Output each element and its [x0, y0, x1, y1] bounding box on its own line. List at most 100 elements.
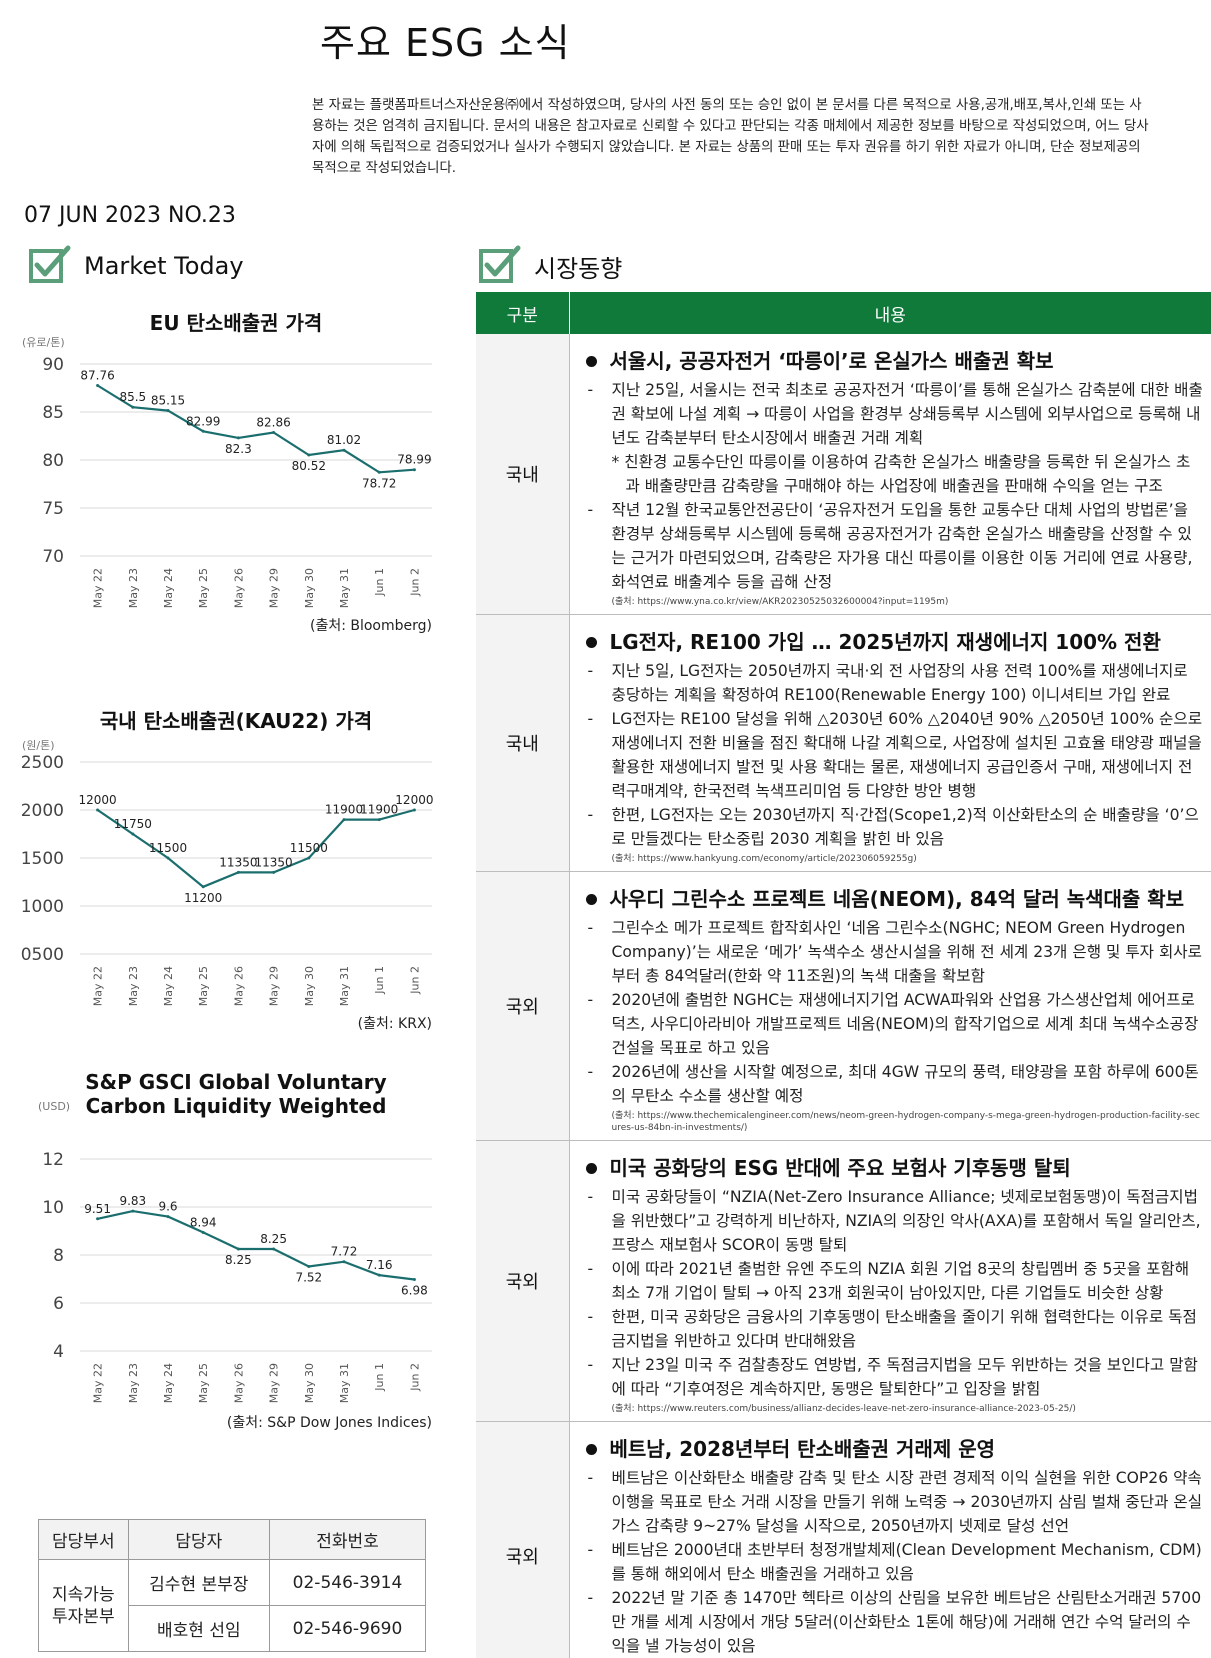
dash-icon: - [587, 662, 594, 680]
news-bullet: - 베트남은 이산화탄소 배출량 감축 및 탄소 시장 관련 경제적 이익 실현을… [584, 1466, 1204, 1538]
news-bullet: -2022년 말 기준 총 1470만 헥타르 이상의 산림을 보유한 베트남은… [584, 1586, 1204, 1658]
x-tick-label: May 24 [162, 1363, 175, 1403]
news-bullet-text: 지난 5일, LG전자는 2050년까지 국내·외 전 사업장의 사용 전력 1… [611, 662, 1188, 704]
dash-icon: - [587, 991, 594, 1009]
data-point [166, 409, 170, 413]
news-header-category: 구분 [476, 292, 570, 334]
news-bullet-text: 한편, 미국 공화당은 금융사의 기후동맹이 탄소배출을 줄이기 위해 협력한다… [611, 1308, 1197, 1350]
news-headline: 미국 공화당의 ESG 반대에 주요 보험사 기후동맹 탈퇴 [584, 1155, 1204, 1181]
data-point [272, 431, 276, 435]
market-trend-title: 시장동향 [534, 254, 623, 283]
data-label: 9.83 [119, 1194, 146, 1208]
news-row: 국외 베트남, 2028년부터 탄소배출권 거래제 운영 - 베트남은 이산화탄소 배… [476, 1421, 1211, 1658]
market-today-header: Market Today [28, 244, 244, 288]
data-label: 8.94 [190, 1215, 217, 1229]
x-tick-label: May 31 [338, 966, 351, 1006]
x-tick-label: May 25 [197, 568, 210, 608]
news-headline-text: 베트남, 2028년부터 탄소배출권 거래제 운영 [609, 1437, 996, 1461]
news-category: 국내 [476, 614, 570, 872]
news-note: * 친환경 교통수단인 따릉이를 이용하여 감축한 온실가스 배출량을 등록한 … [611, 453, 1191, 495]
chart-title-line-2: Carbon Liquidity Weighted [85, 1094, 387, 1118]
x-tick-label: Jun 1 [373, 1363, 386, 1392]
data-label: 82.99 [186, 414, 220, 428]
news-source: (출처: https://www.hankyung.com/economy/ar… [611, 854, 917, 864]
page-title: 주요 ESG 소식 [320, 21, 571, 65]
x-tick-label: May 23 [127, 966, 140, 1006]
x-tick-label: Jun 2 [408, 1363, 421, 1392]
x-tick-label: May 30 [303, 1363, 316, 1403]
checkbox-check-icon [29, 245, 71, 283]
news-category: 국외 [476, 1421, 570, 1658]
news-content: LG전자, RE100 가입 … 2025년까지 재생에너지 100% 전환 - 지… [569, 614, 1211, 872]
news-bullet: - 한편, LG전자는 오는 2030년까지 직·간접(Scope1,2)적 이산… [584, 803, 1204, 851]
kau22-price-chart: 국내 탄소배출권(KAU22) 가격 (원/톤) 125001200011500… [20, 708, 452, 1088]
data-point [272, 1247, 276, 1251]
y-tick-label: 6 [53, 1294, 64, 1314]
data-label: 85.5 [119, 390, 146, 404]
data-label: 81.02 [327, 433, 361, 447]
news-bullet-text: LG전자는 RE100 달성을 위해 △2030년 60% △2040년 90%… [611, 710, 1203, 800]
y-tick-label: 12000 [20, 801, 64, 821]
data-point [412, 1277, 416, 1281]
data-label: 11500 [290, 841, 328, 855]
data-label: 11750 [114, 817, 152, 831]
data-label: 85.15 [151, 394, 185, 408]
x-tick-label: May 31 [338, 1363, 351, 1403]
news-bullet: - 지난 25일, 서울시는 전국 최초로 공공자전거 ‘따릉이’를 통해 온실가… [584, 378, 1204, 450]
data-label: 11900 [360, 803, 398, 817]
x-tick-label: May 23 [127, 568, 140, 608]
data-label: 82.86 [256, 416, 290, 430]
news-content: 베트남, 2028년부터 탄소배출권 거래제 운영 - 베트남은 이산화탄소 배출량… [569, 1421, 1211, 1658]
news-bullet: - 한편, 미국 공화당은 금융사의 기후동맹이 탄소배출을 줄이기 위해 협력한… [584, 1305, 1204, 1353]
data-point [131, 1209, 135, 1213]
news-content: 사우디 그린수소 프로젝트 네옴(NEOM), 84억 달러 녹색대출 확보 - 그… [569, 871, 1211, 1141]
chart-source: (출처: Bloomberg) [309, 618, 432, 634]
x-tick-label: May 30 [303, 966, 316, 1006]
data-label: 7.52 [295, 1271, 322, 1285]
x-tick-label: May 25 [197, 1363, 210, 1403]
disclaimer-text: 본 자료는 플랫폼파트너스자산운용㈜에서 작성하였으며, 당사의 사전 동의 또… [312, 98, 1149, 176]
x-tick-label: May 31 [338, 568, 351, 608]
data-label: 6.98 [401, 1283, 428, 1297]
news-bullet-text: 지난 23일 미국 주 검찰총장도 연방법, 주 독점금지법을 모두 위반하는 … [611, 1356, 1198, 1398]
news-row: 국외 사우디 그린수소 프로젝트 네옴(NEOM), 84억 달러 녹색대출 확보… [476, 871, 1211, 1141]
y-tick-label: 12 [42, 1150, 64, 1170]
eu-carbon-price-chart: EU 탄소배출권 가격 (유로/톤) 90 85 80 75 70 May 22 May 2… [20, 310, 452, 670]
contact-header-phone: 전화번호 [268, 1519, 427, 1560]
news-bullet-text: 이에 따라 2021년 출범한 유엔 주도의 NZIA 회원 기업 8곳의 창립… [611, 1260, 1190, 1302]
news-bullet: - 미국 공화당들이 “NZIA(Net-Zero Insurance Allia… [584, 1185, 1204, 1257]
news-bullet-text: 베트남은 이산화탄소 배출량 감축 및 탄소 시장 관련 경제적 이익 실현을 … [611, 1469, 1203, 1535]
chart-title: EU 탄소배출권 가격 [149, 311, 323, 335]
data-label: 9.6 [158, 1200, 177, 1214]
news-category: 국외 [476, 871, 570, 1141]
y-tick-label: 80 [42, 451, 64, 471]
news-headline: 사우디 그린수소 프로젝트 네옴(NEOM), 84억 달러 녹색대출 확보 [584, 886, 1204, 912]
news-bullet-text: 그린수소 메가 프로젝트 합작회사인 ‘네옴 그린수소(NGHC; NEOM G… [611, 919, 1203, 985]
dash-icon: - [587, 1188, 594, 1206]
data-label: 11350 [219, 855, 257, 869]
data-label: 87.76 [80, 369, 114, 383]
contact-dept-line: 지속가능 [52, 1584, 115, 1605]
news-bullet-text: 한편, LG전자는 오는 2030년까지 직·간접(Scope1,2)적 이산화… [611, 806, 1199, 848]
dash-icon: - [587, 1356, 594, 1374]
x-tick-label: May 24 [162, 568, 175, 608]
news-bullet-text: 2026년에 생산을 시작할 예정으로, 최대 4GW 규모의 풍력, 태양광을… [611, 1063, 1199, 1105]
news-source: (출처: https://www.thechemicalengineer.com… [611, 1111, 1200, 1133]
news-bullet-text: 지난 25일, 서울시는 전국 최초로 공공자전거 ‘따릉이’를 통해 온실가스… [611, 381, 1203, 447]
news-bullet: - LG전자는 RE100 달성을 위해 △2030년 60% △2040년 90… [584, 707, 1204, 803]
x-tick-label: May 26 [232, 966, 245, 1006]
y-tick-label: 11500 [20, 849, 64, 869]
bullet-dot-icon [585, 637, 597, 648]
data-point [236, 870, 240, 874]
data-point [131, 832, 135, 836]
sp-gsci-carbon-chart: S&P GSCI Global Voluntary Carbon Liquidi… [20, 1070, 452, 1495]
data-label: 8.25 [260, 1232, 287, 1246]
data-point [201, 1230, 205, 1234]
news-source: (출처: https://www.yna.co.kr/view/AKR20230… [611, 597, 949, 607]
data-point [412, 468, 416, 472]
news-bullet-text: 2020년에 출범한 NGHC는 재생에너지기업 ACWA파워와 산업용 가스생… [611, 991, 1199, 1057]
news-headline: LG전자, RE100 가입 … 2025년까지 재생에너지 100% 전환 [584, 629, 1204, 655]
chart-unit: (USD) [38, 1100, 71, 1113]
chart-plot: 12 10 8 6 4 May 22 May 23 May 24 May 25 May 26 May… [42, 1150, 432, 1403]
x-tick-label: May 30 [303, 568, 316, 608]
